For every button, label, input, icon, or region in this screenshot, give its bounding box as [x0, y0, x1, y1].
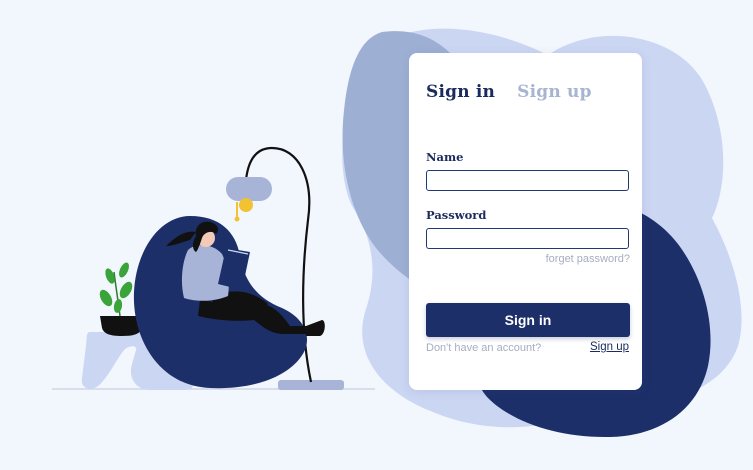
woman-shoe — [306, 320, 325, 336]
sign-up-link[interactable]: Sign up — [590, 341, 629, 353]
lamp-chain-knob — [234, 216, 240, 222]
plant-leaf — [113, 299, 123, 313]
plant-leaf — [119, 281, 133, 299]
tab-sign-in[interactable]: Sign in — [426, 82, 495, 102]
sign-in-page: Sign in Sign up Name Password forget pas… — [0, 0, 753, 470]
password-field-label: Password — [426, 208, 487, 222]
name-field-label: Name — [426, 150, 464, 164]
plant-leaf — [119, 262, 129, 278]
auth-card: Sign in Sign up Name Password forget pas… — [409, 53, 642, 390]
lamp-bulb — [239, 198, 253, 212]
plant-leaf — [99, 289, 113, 307]
lamp-shade — [226, 177, 272, 201]
forgot-password-link[interactable]: forget password? — [546, 253, 630, 265]
name-input[interactable] — [426, 170, 629, 191]
tab-sign-up[interactable]: Sign up — [517, 82, 592, 102]
auth-tabs: Sign in Sign up — [426, 82, 592, 102]
sign-in-button[interactable]: Sign in — [426, 303, 630, 337]
no-account-text: Don't have an account? — [426, 342, 542, 354]
password-input[interactable] — [426, 228, 629, 249]
